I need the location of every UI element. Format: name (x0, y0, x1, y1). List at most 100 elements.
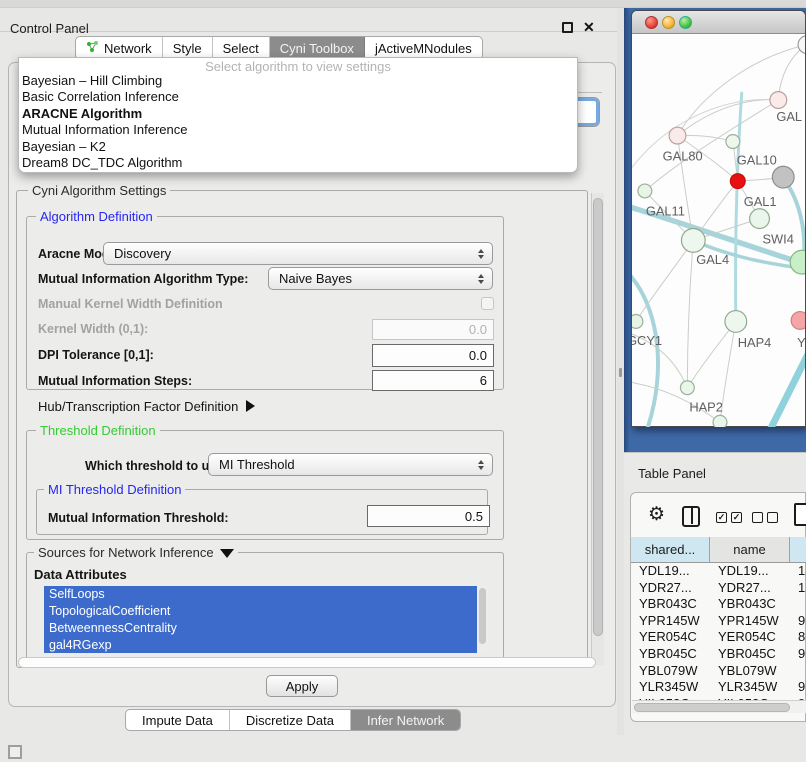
data-attributes-list[interactable]: SelfLoopsTopologicalCoefficientBetweenne… (44, 586, 477, 653)
table-row[interactable]: YBL079WYBL079W (631, 663, 806, 680)
kernel-width-label: Kernel Width (0,1): (38, 322, 148, 336)
tab-network[interactable]: Network (76, 37, 163, 59)
algorithm-option[interactable]: Basic Correlation Inference (19, 89, 577, 105)
table-row[interactable]: YER054CYER054C8. (631, 629, 806, 646)
node-label: GAL (776, 109, 802, 124)
table-row[interactable]: YBR045CYBR045C9. (631, 646, 806, 663)
settings-scrollbar-thumb[interactable] (593, 198, 603, 636)
attributes-scrollbar[interactable] (477, 586, 488, 653)
network-node[interactable] (680, 381, 694, 395)
algorithm-option[interactable]: Dream8 DC_TDC Algorithm (19, 155, 577, 171)
network-view-window[interactable]: GALGAL80GAL10GAL1SWI4GAL11GAL4GCY1HAP4YH… (631, 10, 806, 427)
network-node[interactable] (791, 312, 805, 330)
tab-impute-data[interactable]: Impute Data (126, 710, 230, 730)
close-icon[interactable]: ✕ (583, 19, 595, 36)
apply-button[interactable]: Apply (266, 675, 338, 697)
table-cell: YDL19... (631, 563, 710, 580)
dpi-tolerance-field[interactable]: 0.0 (372, 344, 494, 367)
tab-discretize-data[interactable]: Discretize Data (230, 710, 351, 730)
columns-icon[interactable] (682, 506, 700, 527)
network-node[interactable] (638, 184, 652, 198)
table-row[interactable]: YBR043CYBR043C (631, 596, 806, 613)
mi-algorithm-type-combobox[interactable]: Naive Bayes (268, 267, 493, 290)
table-cell: 9. (790, 613, 806, 630)
algorithm-option[interactable]: ARACNE Algorithm (19, 106, 577, 122)
gear-icon[interactable]: ⚙ (648, 503, 665, 526)
table-column-header[interactable]: name (710, 537, 790, 563)
node-label: Y (797, 335, 805, 350)
table-hscroll-thumb[interactable] (634, 703, 790, 712)
data-attribute-item[interactable]: TopologicalCoefficient (44, 603, 477, 620)
combo-spinner-icon (478, 460, 484, 470)
network-node[interactable] (681, 229, 705, 253)
network-edge[interactable] (736, 93, 742, 319)
deselect-all-checks-icon[interactable] (752, 512, 778, 523)
data-attribute-item[interactable]: BetweennessCentrality (44, 620, 477, 637)
network-node[interactable] (725, 311, 747, 333)
table-column-header[interactable]: shared... (631, 537, 710, 563)
network-node[interactable] (669, 127, 686, 144)
select-all-checks-icon[interactable]: ✓✓ (716, 512, 742, 523)
algorithm-option[interactable]: Bayesian – Hill Climbing (19, 73, 577, 89)
network-edge[interactable] (785, 181, 804, 259)
mi-steps-field[interactable]: 6 (372, 370, 494, 391)
tab-infer-network[interactable]: Infer Network (351, 710, 460, 730)
network-node[interactable] (726, 135, 740, 149)
manual-kernel-width-checkbox[interactable] (481, 297, 494, 310)
table-row[interactable]: YDR27...YDR27...12 (631, 580, 806, 597)
attributes-scrollbar-thumb[interactable] (479, 588, 486, 644)
network-window-titlebar[interactable] (632, 11, 805, 34)
splitter-grip-icon[interactable] (619, 368, 622, 377)
settings-scrollbar[interactable] (591, 193, 604, 665)
algorithm-option[interactable]: Mutual Information Inference (19, 122, 577, 138)
zoom-traffic-light-icon[interactable] (679, 16, 692, 29)
node-label: SWI4 (762, 231, 793, 246)
algorithm-option[interactable]: Bayesian – K2 (19, 139, 577, 155)
tab-jactivemnodules[interactable]: jActiveMNodules (365, 37, 482, 59)
network-edge[interactable] (768, 350, 805, 427)
node-attribute-table[interactable]: shared...nameYDL19...YDL19...13YDR27...Y… (631, 537, 806, 712)
network-canvas[interactable]: GALGAL80GAL10GAL1SWI4GAL11GAL4GCY1HAP4YH… (632, 34, 805, 427)
network-node[interactable] (632, 315, 643, 329)
tab-style[interactable]: Style (163, 37, 213, 59)
which-threshold-combobox[interactable]: MI Threshold (208, 453, 493, 476)
data-attribute-item[interactable]: SelfLoops (44, 586, 477, 603)
table-row[interactable]: YPR145WYPR145W9. (631, 613, 806, 630)
kernel-width-field[interactable]: 0.0 (372, 319, 494, 340)
table-row[interactable]: YDL19...YDL19...13 (631, 563, 806, 580)
table-cell: YDR27... (710, 580, 790, 597)
node-label: HAP4 (738, 335, 772, 350)
tab-select[interactable]: Select (213, 37, 270, 59)
data-attribute-item[interactable]: gal4RGexp (44, 637, 477, 653)
network-node[interactable] (790, 250, 805, 274)
network-node[interactable] (713, 415, 727, 427)
network-node[interactable] (730, 174, 745, 189)
tab-cyni-toolbox[interactable]: Cyni Toolbox (270, 37, 365, 59)
network-edge[interactable] (687, 240, 693, 387)
table-horizontal-scrollbar[interactable] (632, 700, 806, 713)
float-icon[interactable] (562, 22, 573, 33)
mi-threshold-field[interactable]: 0.5 (367, 505, 490, 527)
table-cell: YER054C (710, 629, 790, 646)
close-traffic-light-icon[interactable] (645, 16, 658, 29)
aracne-mode-combobox[interactable]: Discovery (103, 242, 493, 265)
settings-horizontal-scrollbar[interactable] (18, 657, 596, 668)
table-row[interactable]: YLR345WYLR345W9. (631, 679, 806, 696)
network-node[interactable] (750, 209, 770, 229)
cyni-bottom-tabs: Impute Data Discretize Data Infer Networ… (125, 709, 461, 731)
node-label: GAL11 (646, 204, 685, 219)
function-builder-icon[interactable] (794, 503, 806, 526)
network-node[interactable] (770, 92, 787, 109)
network-edge[interactable] (687, 321, 735, 387)
collapsed-panel-icon[interactable] (8, 745, 22, 759)
table-column-header[interactable] (790, 537, 806, 563)
minimize-traffic-light-icon[interactable] (662, 16, 675, 29)
hub-definition-expander[interactable]: Hub/Transcription Factor Definition (38, 399, 255, 414)
table-cell: YDR27... (631, 580, 710, 597)
sources-legend[interactable]: Sources for Network Inference (34, 545, 238, 560)
network-node[interactable] (772, 166, 794, 188)
table-cell: YBL079W (631, 663, 710, 680)
network-edge[interactable] (778, 45, 805, 100)
app-root: Control Panel ✕ Network Style Select Cyn… (0, 0, 806, 762)
network-edge[interactable] (636, 240, 693, 321)
